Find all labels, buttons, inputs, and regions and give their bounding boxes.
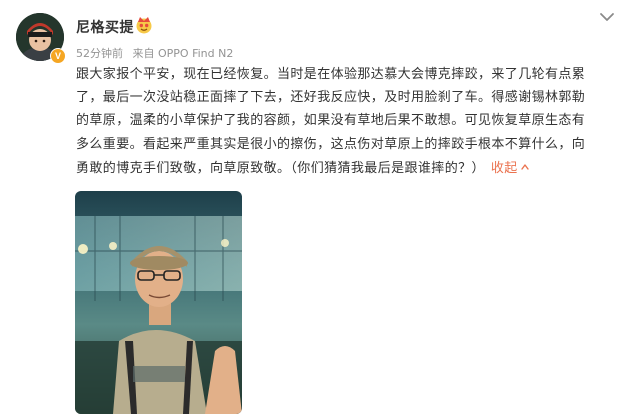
post-text-line: 勇敢的博克手们致敬，向草原致敬。（你们猜猜我最后是跟谁摔的？） (76, 160, 485, 176)
member-emoji-icon (135, 16, 153, 34)
post-text-last-line: 勇敢的博克手们致敬，向草原致敬。（你们猜猜我最后是跟谁摔的？） 收起 (76, 156, 616, 180)
collapse-button[interactable]: 收起 (491, 161, 529, 176)
post-text-line: 多么重要。看起来严重其实是很小的擦伤，这点伤对草原上的摔跤手根本不算什么，向 (76, 136, 586, 152)
chevron-down-icon[interactable] (598, 9, 616, 23)
selfie-photo[interactable] (75, 191, 242, 414)
post-text-line: 跟大家报个平安，现在已经恢复。当时是在体验那达慕大会博克摔跤，来了几轮有点累 (76, 67, 586, 82)
collapse-label: 收起 (490, 160, 518, 176)
author-name[interactable]: 尼格买提 (76, 17, 134, 37)
verified-badge-icon: V (50, 48, 66, 64)
post-meta: 52分钟前 来自 OPPO Find N2 (76, 45, 239, 61)
post-source: 来自 OPPO Find N2 (132, 47, 234, 60)
post-text-line: 的草原，温柔的小草保护了我的容颜，如果没有草地后果不敢想。可见恢复草原生态有 (76, 113, 586, 129)
post-text: 跟大家报个平安，现在已经恢复。当时是在体验那达慕大会博克摔跤，来了几轮有点累 了… (76, 63, 616, 180)
post-time[interactable]: 52分钟前 (76, 47, 123, 60)
post-text-line: 了，最后一次没站稳正面摔了下去，还好我反应快，及时用脸刹了车。得感谢锡林郭勒 (76, 90, 586, 106)
collapse-arrow-icon (521, 156, 529, 170)
